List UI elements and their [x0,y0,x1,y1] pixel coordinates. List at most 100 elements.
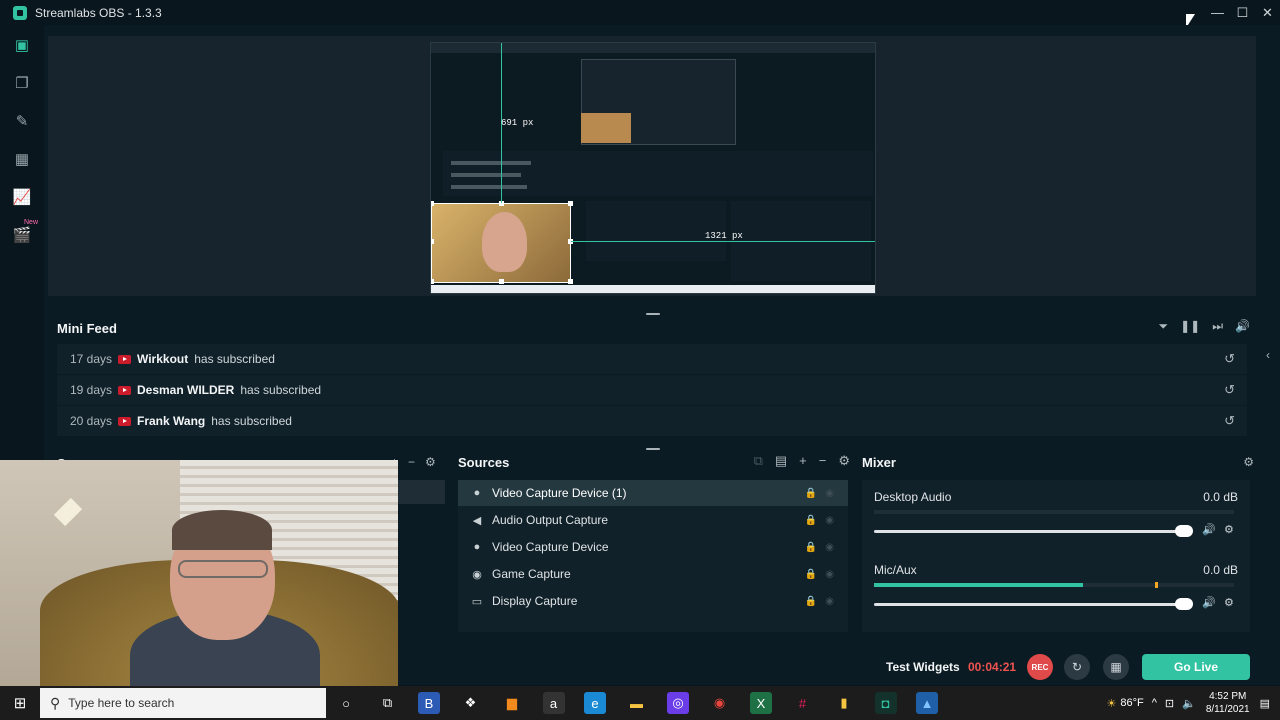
resize-handle[interactable] [568,279,573,284]
scene-item[interactable] [398,480,445,504]
chrome-icon[interactable]: ◉ [709,692,731,714]
volume-slider-knob[interactable] [1175,525,1193,537]
lock-icon[interactable]: 🔒 [805,569,817,580]
nav-themes-icon[interactable]: ✎ [12,111,32,131]
replay-alert-icon[interactable]: ↺ [1224,382,1235,398]
source-item[interactable]: ◉ Game Capture 🔒 ◉ [458,561,848,587]
eye-icon[interactable]: ◉ [825,515,834,526]
schedule-stream-icon[interactable]: ▦ [1103,654,1129,680]
skip-icon[interactable]: ⏭ [1212,319,1223,334]
edge-icon[interactable]: e [584,692,606,714]
taskbar-clock[interactable]: 4:52 PM 8/11/2021 [1206,690,1250,716]
nav-dashboard-icon[interactable]: 📈 [12,187,32,207]
mini-feed-tools: ⏷ ❚❚ ⏭ 🔊 [1159,319,1250,334]
remove-source-icon[interactable]: − [819,453,827,469]
resize-handle[interactable] [431,279,434,284]
stream-preview-canvas[interactable]: 691 px 1321 px [430,42,876,294]
notifications-icon[interactable]: ▤ [1260,697,1270,710]
nav-store-icon[interactable]: ▦ [12,149,32,169]
selected-webcam-source[interactable] [431,203,571,283]
folder-app-icon[interactable]: ▮ [833,692,855,714]
eye-icon[interactable]: ◉ [825,542,834,553]
maximize-button[interactable]: ☐ [1230,0,1255,25]
replay-alert-icon[interactable]: ↺ [1224,413,1235,429]
resize-handle[interactable] [431,201,434,206]
eye-icon[interactable]: ◉ [825,488,834,499]
eye-icon[interactable]: ◉ [825,569,834,580]
test-widgets-button[interactable]: Test Widgets [886,660,960,674]
volume-slider[interactable] [874,598,1193,610]
source-item[interactable]: ◀ Audio Output Capture 🔒 ◉ [458,507,848,533]
dropbox-icon[interactable]: ❖ [460,692,482,714]
add-folder-icon[interactable]: ▤ [775,453,787,469]
source-item[interactable]: ● Video Capture Device (1) 🔒 ◉ [458,480,848,506]
nav-editor-icon[interactable]: ▣ [12,35,32,55]
record-button[interactable]: REC [1027,654,1053,680]
title-bar: Streamlabs OBS - 1.3.3 — ☐ ✕ [0,0,1280,25]
clock-time: 4:52 PM [1209,691,1247,702]
photos-icon[interactable]: ▲ [916,692,938,714]
resize-handle[interactable] [568,201,573,206]
taskbar-search-box[interactable]: ⚲ Type here to search [40,688,326,718]
sources-list: ● Video Capture Device (1) 🔒 ◉ ◀ Audio Ou… [458,480,848,632]
recording-timer: 00:04:21 [968,660,1017,674]
replay-alert-icon[interactable]: ↺ [1224,351,1235,367]
nav-highlighter-icon[interactable]: 🎬 [12,225,32,245]
eye-icon[interactable]: ◉ [825,596,834,607]
resize-handle[interactable] [499,279,504,284]
volume-icon[interactable]: 🔊 [1235,319,1250,334]
go-live-button[interactable]: Go Live [1142,654,1250,680]
task-view-icon[interactable]: ⧉ [377,692,399,714]
streamlabs-icon[interactable]: ◘ [874,692,897,714]
mixer-settings-icon[interactable]: ⚙ [1243,455,1254,469]
volume-slider-knob[interactable] [1175,598,1193,610]
source-settings-icon[interactable]: ⚙ [838,453,850,469]
lock-icon[interactable]: 🔒 [805,542,817,553]
weather-icon[interactable]: ☀ [1107,697,1117,710]
mute-icon[interactable]: 🔊 [1202,596,1216,609]
excel-icon[interactable]: X [750,692,772,714]
b-app-icon[interactable]: B [418,692,440,714]
weather-temp[interactable]: 86°F [1120,697,1143,709]
file-explorer-icon[interactable]: ▬ [626,692,648,714]
source-item[interactable]: ● Video Capture Device 🔒 ◉ [458,534,848,560]
vertical-distance-label: 691 px [501,118,534,128]
slack-icon[interactable]: # [792,692,814,714]
tray-volume-icon[interactable]: 🔈 [1182,697,1196,710]
remove-scene-icon[interactable]: − [408,455,415,469]
amazon-icon[interactable]: a [542,692,565,714]
source-flags: 🔒 ◉ [805,515,834,526]
tray-network-icon[interactable]: ⊡ [1165,697,1174,710]
mute-icon[interactable]: 🔊 [1202,523,1216,536]
minimize-button[interactable]: — [1205,0,1230,25]
windows-start-icon[interactable]: ⊞ [0,686,40,720]
close-button[interactable]: ✕ [1255,0,1280,25]
messenger-icon[interactable]: ◎ [667,692,689,714]
channel-settings-icon[interactable]: ⚙ [1224,596,1234,609]
youtube-icon [118,416,131,426]
source-item[interactable]: ▭ Display Capture 🔒 ◉ [458,588,848,614]
lock-icon[interactable]: 🔒 [805,596,817,607]
pause-icon[interactable]: ❚❚ [1180,319,1200,334]
nav-layouts-icon[interactable]: ❐ [12,73,32,93]
scene-settings-icon[interactable]: ⚙ [425,455,436,469]
preview-nested-feed [443,151,873,196]
mixer-channel-name: Mic/Aux [874,563,917,577]
volume-slider[interactable] [874,525,1193,537]
replay-buffer-icon[interactable]: ↻ [1064,654,1090,680]
source-flags: 🔒 ◉ [805,596,834,607]
channel-settings-icon[interactable]: ⚙ [1224,523,1234,536]
resize-handle[interactable] [431,239,434,244]
chevron-left-icon[interactable]: ‹ [1266,348,1270,362]
windows-taskbar: ⊞ ⚲ Type here to search ○ ⧉ B ❖ ▆ a e ▬ ◎ ◉ X # ▮ ◘ ▲ … [0,686,1280,720]
horizontal-guide-line [571,241,875,242]
lock-icon[interactable]: 🔒 [805,488,817,499]
lock-icon[interactable]: 🔒 [805,515,817,526]
tray-chevron-icon[interactable]: ^ [1152,697,1157,709]
filter-icon[interactable]: ⏷ [1159,319,1169,334]
group-sources-icon[interactable]: ⧉ [754,453,763,469]
cortana-icon[interactable]: ○ [335,692,357,714]
store-bag-icon[interactable]: ▆ [501,692,523,714]
add-source-icon[interactable]: + [799,453,807,469]
audio-level-meter [874,510,1234,514]
